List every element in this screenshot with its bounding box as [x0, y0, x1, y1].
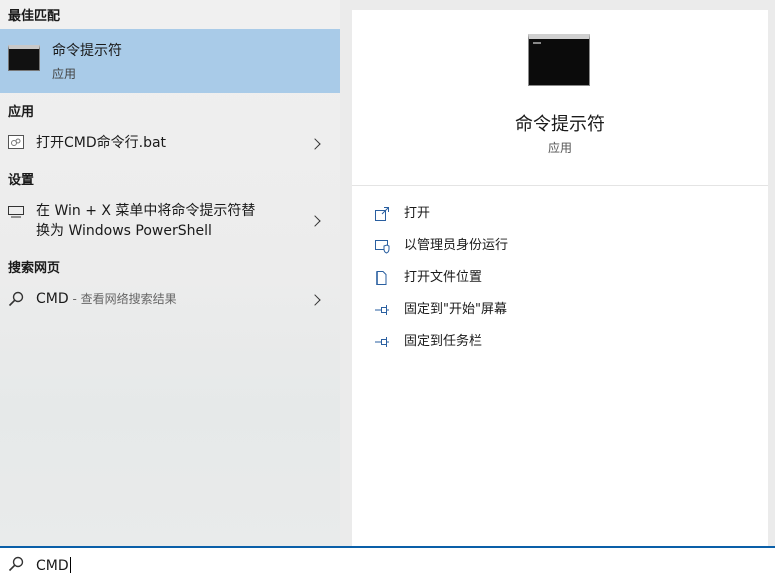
best-match-name: 命令提示符: [52, 43, 122, 59]
text-caret: [69, 557, 71, 573]
search-input-value: CMD: [36, 558, 69, 574]
action-pin-to-start-label: 固定到"开始"屏幕: [404, 302, 507, 317]
details-title: 命令提示符: [515, 114, 605, 135]
app-result-item[interactable]: 打开CMD命令行.bat: [0, 130, 340, 158]
app-result-label: 打开CMD命令行.bat: [36, 135, 167, 151]
chevron-right-icon[interactable]: [309, 215, 321, 227]
pin-icon: [374, 302, 390, 318]
action-open-file-location-label: 打开文件位置: [404, 270, 483, 285]
search-icon: [8, 556, 24, 572]
shield-admin-icon: [374, 238, 390, 254]
cmd-window-icon: [8, 45, 40, 71]
web-header: 搜索网页: [8, 261, 61, 276]
apps-header: 应用: [8, 105, 35, 120]
cmd-window-icon: [528, 34, 590, 86]
chevron-right-icon[interactable]: [309, 138, 321, 150]
web-result-label: CMD - 查看网络搜索结果: [36, 289, 177, 309]
file-location-icon: [374, 270, 390, 286]
best-match-item[interactable]: 命令提示符 应用: [0, 29, 340, 93]
open-icon: [374, 206, 390, 222]
details-subtitle: 应用: [547, 141, 572, 155]
web-result-hint: - 查看网络搜索结果: [68, 292, 177, 306]
results-pane: 最佳匹配 命令提示符 应用 应用 打开CMD命令行.bat 设置 在 Win +…: [0, 0, 340, 546]
settings-result-line2: 换为 Windows PowerShell: [36, 223, 212, 239]
settings-result-label: 在 Win + X 菜单中将命令提示符替 换为 Windows PowerShe…: [36, 201, 255, 241]
details-divider: [352, 185, 768, 186]
action-open-label: 打开: [404, 206, 431, 221]
action-pin-to-taskbar-label: 固定到任务栏: [404, 334, 483, 349]
settings-result-line1: 在 Win + X 菜单中将命令提示符替: [36, 203, 256, 219]
settings-header: 设置: [8, 173, 35, 188]
action-run-as-admin-label: 以管理员身份运行: [404, 238, 509, 253]
search-input[interactable]: CMD: [36, 557, 71, 574]
best-match-header: 最佳匹配: [8, 9, 61, 24]
settings-result-item[interactable]: 在 Win + X 菜单中将命令提示符替 换为 Windows PowerShe…: [0, 198, 340, 244]
bat-file-icon: [8, 135, 24, 149]
best-match-type: 应用: [52, 67, 77, 81]
pin-icon: [374, 334, 390, 350]
search-box[interactable]: CMD: [0, 546, 775, 580]
monitor-icon: [8, 206, 24, 218]
web-result-term: CMD: [36, 291, 69, 307]
search-icon: [8, 291, 24, 307]
details-pane: 命令提示符 应用 打开 以管理员身份运行 打开文件位置 固定到"开始"屏幕 固定…: [352, 10, 768, 546]
web-result-item[interactable]: CMD - 查看网络搜索结果: [0, 286, 340, 314]
chevron-right-icon[interactable]: [309, 294, 321, 306]
